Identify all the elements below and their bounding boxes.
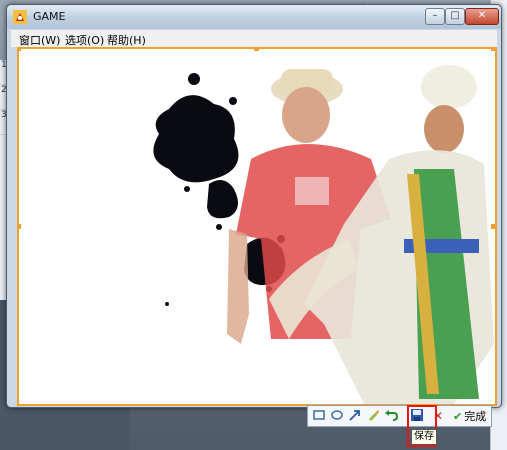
menu-window[interactable]: 窗口(W) — [19, 32, 60, 48]
resize-handle[interactable] — [19, 224, 21, 229]
check-icon: ✔ — [453, 410, 463, 423]
resize-handle[interactable] — [19, 49, 21, 51]
menu-bar: 窗口(W) 选项(O) 帮助(H) — [11, 30, 497, 47]
close-button[interactable]: ✕ — [465, 8, 499, 25]
minimize-button[interactable]: – — [425, 8, 445, 25]
save-tooltip: 保存 — [411, 429, 437, 445]
ellipse-icon[interactable] — [329, 408, 345, 424]
title-bar[interactable]: GAME – □ ✕ — [7, 5, 501, 29]
maximize-button[interactable]: □ — [445, 8, 465, 25]
menu-options[interactable]: 选项(O) — [65, 32, 104, 48]
screenshot-canvas[interactable] — [17, 47, 497, 406]
annotation-toolbar: ✕ ✔ 完成 — [307, 405, 492, 427]
undo-icon[interactable] — [383, 408, 399, 424]
captured-image — [153, 65, 494, 404]
menu-help[interactable]: 帮助(H) — [107, 32, 146, 48]
done-button[interactable]: ✔ 完成 — [453, 408, 486, 424]
rectangle-icon[interactable] — [311, 408, 327, 424]
app-icon — [13, 10, 27, 24]
window-title: GAME — [33, 10, 66, 23]
done-label: 完成 — [464, 410, 487, 423]
arrow-icon[interactable] — [347, 408, 363, 424]
resize-handle[interactable] — [491, 224, 495, 229]
resize-handle[interactable] — [491, 49, 495, 51]
resize-handle[interactable] — [254, 49, 259, 51]
game-window: GAME – □ ✕ 窗口(W) 选项(O) 帮助(H) — [6, 4, 502, 408]
brush-icon[interactable] — [365, 408, 381, 424]
